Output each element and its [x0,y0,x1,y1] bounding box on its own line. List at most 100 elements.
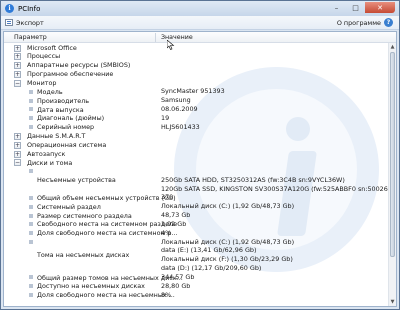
tree-group-label: Данные S.M.A.R.T [27,132,86,141]
tree-item-value: 08.06.2009 [161,104,198,113]
tree-item[interactable]: Тома на несъемных дисках Локальный диск (… [4,238,396,273]
tree-item[interactable]: Общий размер томов на несъемных диск... 3… [4,273,396,282]
tree-item[interactable]: Доля свободного места на несъемных ... 8% [4,291,396,300]
tree-leaf-bullet-icon [29,284,33,289]
tree-item-value: Samsung [161,96,191,105]
expand-icon[interactable]: + [14,71,21,79]
tree-item-label: Несъемные устройства [37,175,116,184]
expand-icon[interactable]: + [14,62,21,70]
close-button[interactable]: ✕ [365,2,395,13]
maximize-button[interactable]: □ [346,2,365,13]
expand-icon[interactable]: + [14,141,21,149]
tree-item[interactable]: Системный раздел Локальный диск (C:) (1,9… [4,202,396,211]
column-separator[interactable] [155,33,156,42]
tree-item-value: 250Gb SATA HDD, ST3250312AS (fw:3C4B sn:… [161,175,397,193]
tree-item[interactable]: Серийный номер HLJS601433 [4,123,396,132]
tree-item[interactable]: Несъемные устройства 250Gb SATA HDD, ST3… [4,167,396,194]
tree-group-label: Диски и тома [27,158,73,167]
info-panel: Параметр Значение + Microsoft Office + Проц… [3,31,397,307]
tree-group[interactable]: + Процессы [4,52,396,61]
tree-item-value: Локальный диск (C:) (1,92 Gb/48,73 Gb) d… [161,237,295,273]
tree-group[interactable]: + Автозапуск [4,149,396,158]
export-menu-item[interactable]: Экспорт [5,19,44,27]
tree-group-label: Аппаратные ресурсы (SMBIOS) [27,61,131,70]
column-header: Параметр Значение [4,32,396,43]
tree-group-label: Операционная система [27,140,107,149]
tree-group-label: Автозапуск [27,149,66,158]
collapse-icon[interactable]: − [14,79,21,87]
tree-group[interactable]: + Операционная система [4,140,396,149]
expand-icon[interactable]: + [14,44,21,52]
tree-item[interactable]: Размер системного раздела 48,73 Gb [4,211,396,220]
expand-icon[interactable]: + [14,132,21,140]
tree-group-label: Процессы [27,52,61,61]
column-value[interactable]: Значение [161,34,193,41]
scroll-thumb[interactable] [390,52,395,257]
scroll-up-button[interactable]: ▲ [389,43,396,51]
tree-leaf-bullet-icon [29,231,33,236]
help-icon: ? [384,18,393,27]
tree-group[interactable]: + Програмное обеспечение [4,70,396,79]
tree-group-label: Монитор [27,78,57,87]
tree-item-value: Локальный диск (C:) (1,92 Gb/48,73 Gb) [161,202,295,211]
tree-item-value: 8% [161,290,172,299]
app-icon: i [5,4,14,13]
tree-item[interactable]: Производитель Samsung [4,96,396,105]
tree-item-value: 1,92 Gb [161,219,187,228]
minimize-button[interactable]: – [327,2,346,13]
tree-item-label: Модель [37,87,63,96]
tree-item-value: 370 [161,193,174,202]
tree-item-value: 344,57 Gb [161,272,195,281]
tree-leaf-bullet-icon [29,275,33,280]
tree-item-label: Серийный номер [37,123,95,132]
column-param[interactable]: Параметр [14,34,47,41]
tree-item-label: Тома на несъемных дисках [37,250,130,259]
scroll-down-button[interactable]: ▼ [389,298,396,306]
tree-item[interactable]: Свободного места на системном разделе 1,9… [4,220,396,229]
about-menu-item[interactable]: О программе ? [337,18,393,27]
tree-leaf-bullet-icon [29,293,33,298]
tree-item-value: SyncMaster 951393 [161,87,225,96]
collapse-icon[interactable]: − [14,159,21,167]
menu-bar: Экспорт О программе ? [1,16,399,30]
tree-item-label: Доступно на несъемных дисках [37,282,145,291]
tree-leaf-bullet-icon [29,89,33,94]
window-title: PCInfo [18,4,41,13]
parameter-tree: + Microsoft Office + Процессы + Аппаратные ре… [4,43,396,299]
tree-item-label: Общий объем несъемных устройств (Gb) [37,193,176,202]
tree-item-label: Размер системного раздела [37,211,132,220]
tree-item-value: 19 [161,113,170,122]
tree-item-label: Производитель [37,96,90,105]
tree-item[interactable]: Диагональ (дюймы) 19 [4,114,396,123]
tree-leaf-bullet-icon [29,240,33,245]
expand-icon[interactable]: + [14,150,21,158]
tree-item-label: Свободного места на системном разделе [37,220,178,229]
tree-leaf-bullet-icon [29,222,33,227]
tree-item[interactable]: Общий объем несъемных устройств (Gb) 370 [4,193,396,202]
tree-item[interactable]: Модель SyncMaster 951393 [4,87,396,96]
title-bar[interactable]: i PCInfo – □ ✕ [1,1,399,16]
tree-item-value: 4% [161,228,172,237]
about-label: О программе [336,18,381,27]
tree-item[interactable]: Доступно на несъемных дисках 28,80 Gb [4,282,396,291]
expand-icon[interactable]: + [14,53,21,61]
tree-item[interactable]: Доля свободного места на системном р... 4… [4,229,396,238]
tree-item[interactable]: Дата выпуска 08.06.2009 [4,105,396,114]
tree-group[interactable]: + Данные S.M.A.R.T [4,131,396,140]
tree-group[interactable]: − Диски и тома [4,158,396,167]
tree-leaf-bullet-icon [29,195,33,200]
tree-item-value: 28,80 Gb [161,281,191,290]
tree-leaf-bullet-icon [29,107,33,112]
tree-item-label: Системный раздел [37,202,101,211]
tree-group-label: Програмное обеспечение [27,70,114,79]
tree-item-label: Дата выпуска [37,105,84,114]
tree-item-value: 48,73 Gb [161,211,191,219]
tree-group[interactable]: − Монитор [4,78,396,87]
tree-group[interactable]: + Аппаратные ресурсы (SMBIOS) [4,61,396,70]
export-icon [5,19,13,26]
tree-leaf-bullet-icon [29,169,33,174]
tree-leaf-bullet-icon [29,125,33,130]
export-label: Экспорт [16,18,44,27]
tree-group[interactable]: + Microsoft Office [4,43,396,52]
vertical-scrollbar[interactable]: ▲ ▼ [388,43,396,306]
